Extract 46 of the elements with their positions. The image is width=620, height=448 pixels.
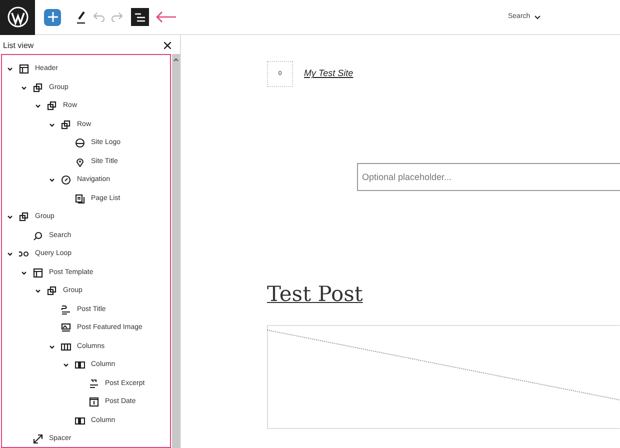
chevron-icon[interactable]	[49, 177, 55, 184]
group-icon	[47, 286, 57, 296]
add-block-button[interactable]	[44, 8, 61, 26]
chevron-icon[interactable]	[7, 66, 13, 72]
chevron-icon[interactable]	[49, 122, 55, 128]
wordpress-logo-icon[interactable]	[0, 0, 35, 34]
chevron-icon[interactable]	[21, 270, 27, 276]
chevron-icon[interactable]	[35, 103, 41, 110]
title-icon	[61, 304, 71, 315]
pages-icon	[75, 194, 85, 204]
scroll-up-icon[interactable]	[173, 57, 180, 63]
chevron-icon[interactable]	[35, 288, 41, 294]
chevron-icon[interactable]	[21, 84, 27, 91]
excerpt-icon	[89, 378, 99, 389]
column-icon	[75, 360, 85, 370]
image-icon	[61, 323, 71, 334]
chevron-icon[interactable]	[63, 362, 69, 368]
plus-icon	[48, 12, 58, 22]
group-icon	[61, 120, 71, 130]
group-icon	[33, 82, 43, 93]
chevron-icon[interactable]	[7, 214, 13, 220]
layout-icon	[19, 64, 29, 74]
columns-icon	[61, 342, 71, 352]
search-field[interactable]: Optional placeholder...	[357, 163, 620, 191]
close-icon[interactable]	[164, 42, 171, 49]
loop-icon	[19, 249, 29, 260]
map-pin-icon	[75, 156, 85, 167]
column-icon	[75, 416, 85, 426]
compass-icon	[61, 175, 71, 186]
circle-icon	[75, 138, 85, 148]
post-title-link[interactable]: Test Post	[267, 282, 363, 306]
chevron-down-icon	[534, 14, 542, 20]
site-title-link[interactable]: My Test Site	[304, 67, 354, 81]
panel-title: List view	[3, 40, 34, 52]
group-icon	[19, 212, 29, 222]
chevron-icon[interactable]	[49, 344, 55, 350]
search-icon	[33, 230, 43, 241]
arrow-icon	[156, 11, 177, 23]
calendar-icon	[89, 397, 99, 408]
chevron-icon[interactable]	[7, 251, 13, 258]
list-icon	[135, 12, 145, 22]
list-view-button[interactable]	[131, 8, 149, 26]
pencil-icon[interactable]	[76, 10, 86, 24]
layout-icon	[33, 268, 43, 278]
group-icon	[47, 101, 57, 112]
resize-arrow-icon	[33, 434, 43, 444]
